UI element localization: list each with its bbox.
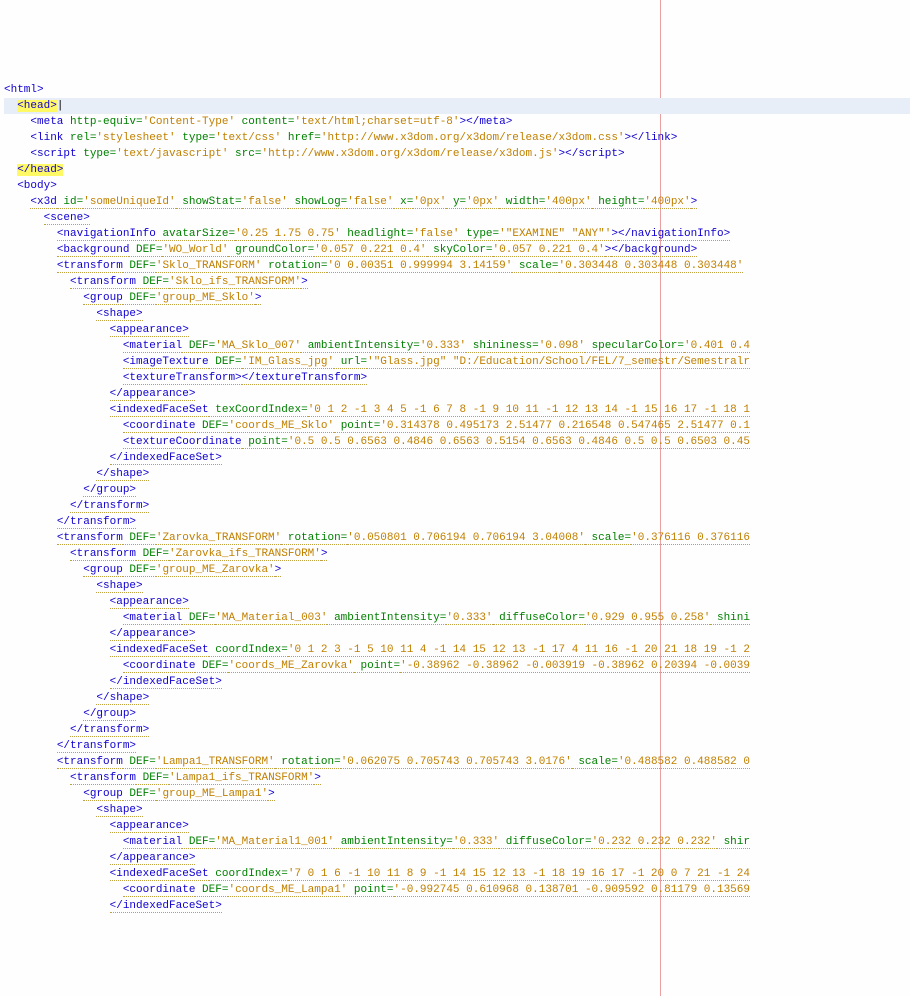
code-line[interactable]: </group> xyxy=(4,482,910,498)
code-line[interactable]: <coordinate DEF='coords_ME_Lampa1' point… xyxy=(4,882,910,898)
code-line[interactable]: <indexedFaceSet coordIndex='0 1 2 3 -1 5… xyxy=(4,642,910,658)
code-line[interactable]: <indexedFaceSet coordIndex='7 0 1 6 -1 1… xyxy=(4,866,910,882)
code-line[interactable]: <appearance> xyxy=(4,818,910,834)
code-line[interactable]: <imageTexture DEF='IM_Glass_jpg' url='"G… xyxy=(4,354,910,370)
code-line[interactable]: <group DEF='group_ME_Sklo'> xyxy=(4,290,910,306)
code-line[interactable]: </transform> xyxy=(4,722,910,738)
code-line[interactable]: <navigationInfo avatarSize='0.25 1.75 0.… xyxy=(4,226,910,242)
code-line[interactable]: <transform DEF='Sklo_ifs_TRANSFORM'> xyxy=(4,274,910,290)
code-line[interactable]: </transform> xyxy=(4,738,910,754)
code-line[interactable]: <transform DEF='Zarovka_TRANSFORM' rotat… xyxy=(4,530,910,546)
code-line[interactable]: <html> xyxy=(4,82,910,98)
code-line[interactable]: <material DEF='MA_Material1_001' ambient… xyxy=(4,834,910,850)
code-line[interactable]: <script type='text/javascript' src='http… xyxy=(4,146,910,162)
code-line[interactable]: </transform> xyxy=(4,514,910,530)
code-line[interactable]: </appearance> xyxy=(4,626,910,642)
code-line[interactable]: <head>| xyxy=(4,98,910,114)
code-line[interactable]: </appearance> xyxy=(4,386,910,402)
code-line[interactable]: <appearance> xyxy=(4,594,910,610)
code-editor[interactable]: <html> <head>| <meta http-equiv='Content… xyxy=(0,80,910,916)
code-line[interactable]: <appearance> xyxy=(4,322,910,338)
code-line[interactable]: </shape> xyxy=(4,690,910,706)
code-line[interactable]: <shape> xyxy=(4,578,910,594)
code-line[interactable]: <transform DEF='Sklo_TRANSFORM' rotation… xyxy=(4,258,910,274)
code-line[interactable]: <scene> xyxy=(4,210,910,226)
code-line[interactable]: <indexedFaceSet texCoordIndex='0 1 2 -1 … xyxy=(4,402,910,418)
code-line[interactable]: </group> xyxy=(4,706,910,722)
code-line[interactable]: <shape> xyxy=(4,306,910,322)
code-line[interactable]: <textureCoordinate point='0.5 0.5 0.6563… xyxy=(4,434,910,450)
code-line[interactable]: </indexedFaceSet> xyxy=(4,450,910,466)
code-line[interactable]: </appearance> xyxy=(4,850,910,866)
code-line[interactable]: <transform DEF='Zarovka_ifs_TRANSFORM'> xyxy=(4,546,910,562)
code-line[interactable]: <transform DEF='Lampa1_TRANSFORM' rotati… xyxy=(4,754,910,770)
code-line[interactable]: <body> xyxy=(4,178,910,194)
code-line[interactable]: <group DEF='group_ME_Lampa1'> xyxy=(4,786,910,802)
code-line[interactable]: </indexedFaceSet> xyxy=(4,674,910,690)
code-line[interactable]: <background DEF='WO_World' groundColor='… xyxy=(4,242,910,258)
code-line[interactable]: </indexedFaceSet> xyxy=(4,898,910,914)
code-line[interactable]: </transform> xyxy=(4,498,910,514)
code-line[interactable]: <group DEF='group_ME_Zarovka'> xyxy=(4,562,910,578)
code-line[interactable]: <shape> xyxy=(4,802,910,818)
code-line[interactable]: </shape> xyxy=(4,466,910,482)
code-line[interactable]: <link rel='stylesheet' type='text/css' h… xyxy=(4,130,910,146)
code-line[interactable]: <coordinate DEF='coords_ME_Zarovka' poin… xyxy=(4,658,910,674)
code-line[interactable]: <transform DEF='Lampa1_ifs_TRANSFORM'> xyxy=(4,770,910,786)
code-line[interactable]: <x3d id='someUniqueId' showStat='false' … xyxy=(4,194,910,210)
code-line[interactable]: <material DEF='MA_Sklo_007' ambientInten… xyxy=(4,338,910,354)
code-line[interactable]: <meta http-equiv='Content-Type' content=… xyxy=(4,114,910,130)
code-line[interactable]: <textureTransform></textureTransform> xyxy=(4,370,910,386)
code-line[interactable]: <coordinate DEF='coords_ME_Sklo' point='… xyxy=(4,418,910,434)
code-line[interactable]: </head> xyxy=(4,162,910,178)
code-line[interactable]: <material DEF='MA_Material_003' ambientI… xyxy=(4,610,910,626)
